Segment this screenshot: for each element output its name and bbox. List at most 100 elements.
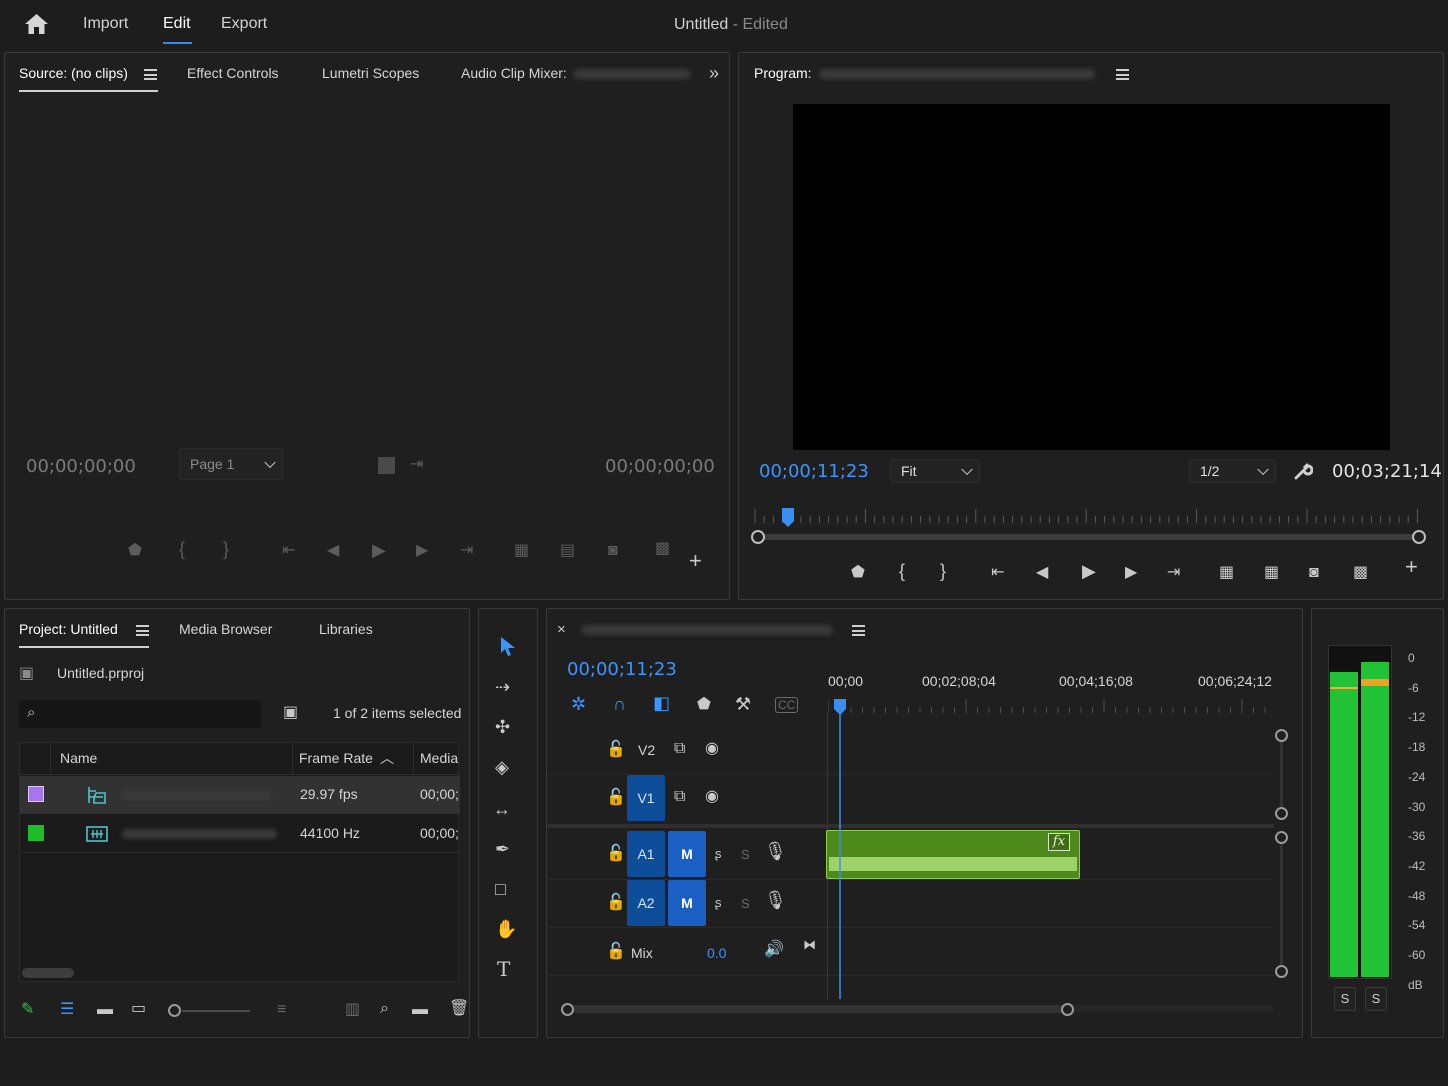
nest-icon[interactable]: ✲	[571, 695, 586, 713]
overwrite-icon[interactable]: ▤	[560, 543, 575, 559]
mark-in-icon[interactable]: {	[899, 562, 905, 580]
button-editor-icon[interactable]: ▩	[655, 541, 670, 557]
sync-lock-icon[interactable]: ʂ	[715, 895, 722, 911]
nav-edit[interactable]: Edit	[163, 15, 191, 33]
label-color-swatch[interactable]	[28, 825, 44, 841]
razor-tool-icon[interactable]: ◈	[495, 758, 509, 776]
effect-badge[interactable]: fx	[1048, 833, 1070, 851]
marker-icon[interactable]: ⬟	[128, 543, 142, 559]
pencil-icon[interactable]: ✎	[21, 1002, 34, 1018]
timeline-timecode[interactable]: 00;00;11;23	[567, 659, 677, 680]
captions-icon[interactable]: CC	[775, 697, 799, 713]
sort-icons-icon[interactable]: ≡	[277, 1002, 286, 1018]
program-time-ruler[interactable]	[751, 505, 1431, 547]
mark-out-icon[interactable]: }	[940, 562, 946, 580]
step-back-icon[interactable]: ◀	[327, 543, 339, 559]
solo-button-a2[interactable]: S	[741, 896, 750, 911]
microphone-icon[interactable]: 🎙	[764, 891, 787, 909]
tab-project[interactable]: Project: Untitled	[19, 621, 118, 637]
tab-effect-controls[interactable]: Effect Controls	[187, 65, 279, 81]
sync-lock-icon[interactable]: ⧉	[674, 741, 685, 757]
freeform-view-icon[interactable]: ▭	[131, 1001, 146, 1017]
selection-tool-icon[interactable]	[498, 635, 518, 657]
track-target-a2[interactable]: A2	[627, 880, 665, 926]
play-icon[interactable]: ▶	[1082, 562, 1096, 580]
marker-icon[interactable]: ⬟	[851, 565, 865, 581]
home-icon[interactable]	[24, 13, 49, 35]
source-page-select[interactable]: Page 1	[179, 448, 283, 480]
project-row-sequence[interactable]: 29.97 fps 00;00;	[20, 776, 460, 814]
zoom-slider[interactable]	[168, 1004, 250, 1017]
label-color-swatch[interactable]	[28, 786, 44, 802]
tab-media-browser[interactable]: Media Browser	[179, 621, 272, 637]
step-forward-icon[interactable]: ▶	[416, 543, 428, 559]
audio-scroll-bottom[interactable]	[1275, 965, 1288, 978]
project-menu-icon[interactable]	[136, 625, 149, 636]
lock-icon[interactable]: 🔓	[606, 742, 626, 758]
sync-lock-icon[interactable]: ʂ	[715, 846, 722, 862]
wrench-icon[interactable]	[1293, 461, 1313, 481]
zoom-handle-right[interactable]	[1061, 1003, 1074, 1016]
program-fit-select[interactable]: Fit	[890, 459, 980, 483]
mute-button-a2[interactable]: M	[668, 880, 706, 926]
sync-lock-icon[interactable]: ⧉	[674, 789, 685, 805]
speaker-icon[interactable]: 🔊	[764, 942, 784, 958]
close-icon[interactable]: ×	[557, 622, 566, 638]
track-target-a1[interactable]: A1	[627, 831, 665, 877]
lock-icon[interactable]: 🔓	[606, 944, 626, 960]
track-target-v1[interactable]: V1	[627, 775, 665, 821]
automate-to-sequence-icon[interactable]: ▥	[345, 1002, 360, 1018]
add-marker-icon[interactable]: ⬟	[697, 697, 711, 713]
mark-in-icon[interactable]: {	[179, 540, 185, 558]
zoom-handle-left[interactable]	[561, 1003, 574, 1016]
video-scroll-top[interactable]	[1275, 729, 1288, 742]
solo-button-a1[interactable]: S	[741, 847, 750, 862]
audio-clip-a1[interactable]: fx	[826, 830, 1080, 879]
go-to-out-icon[interactable]: ⇥	[1167, 565, 1180, 581]
nav-import[interactable]: Import	[83, 15, 128, 33]
pan-icon[interactable]: ⧓	[803, 937, 816, 953]
zoom-scrollbar-thumb[interactable]	[567, 1005, 1067, 1013]
audio-scroll-top[interactable]	[1275, 831, 1288, 844]
zoom-slider-handle[interactable]	[168, 1004, 181, 1017]
lock-icon[interactable]: 🔓	[606, 790, 626, 806]
track-select-tool-icon[interactable]: ⇢	[495, 678, 510, 696]
mix-volume-value[interactable]: 0.0	[707, 945, 726, 961]
go-to-out-icon[interactable]: ⇥	[460, 543, 473, 559]
insert-icon[interactable]: ▦	[514, 543, 529, 559]
lift-icon[interactable]: ▦	[1219, 565, 1234, 581]
snap-icon[interactable]: ∩	[613, 695, 626, 713]
extract-icon[interactable]: ▦	[1264, 565, 1279, 581]
source-menu-icon[interactable]	[144, 69, 157, 80]
add-button-icon[interactable]: +	[689, 550, 702, 572]
comparison-view-icon[interactable]: ▩	[1353, 565, 1368, 581]
solo-left-button[interactable]: S	[1334, 987, 1356, 1011]
timeline-menu-icon[interactable]	[852, 625, 865, 636]
new-bin-icon[interactable]: ▬	[412, 1002, 428, 1018]
safe-margins-icon[interactable]	[378, 457, 395, 474]
program-menu-icon[interactable]	[1116, 69, 1129, 80]
add-button-icon[interactable]: +	[1405, 556, 1418, 578]
timeline-playhead[interactable]	[833, 699, 847, 999]
eye-icon[interactable]: ◉	[705, 741, 719, 757]
pen-tool-icon[interactable]: ✒	[495, 840, 510, 858]
lock-icon[interactable]: 🔓	[606, 895, 626, 911]
horizontal-scrollbar[interactable]	[22, 968, 74, 978]
tab-lumetri-scopes[interactable]: Lumetri Scopes	[322, 65, 419, 81]
program-resolution-select[interactable]: 1/2	[1189, 459, 1276, 483]
program-timecode-current[interactable]: 00;00;11;23	[759, 461, 869, 482]
step-forward-icon[interactable]: ▶	[1125, 565, 1137, 581]
tab-libraries[interactable]: Libraries	[319, 621, 373, 637]
lock-icon[interactable]: 🔓	[606, 846, 626, 862]
slip-tool-icon[interactable]: ↔	[493, 800, 511, 818]
microphone-icon[interactable]: 🎙	[764, 842, 787, 860]
column-media[interactable]: Media	[420, 750, 458, 766]
type-tool-icon[interactable]: T	[497, 959, 510, 979]
step-back-icon[interactable]: ◀	[1036, 565, 1048, 581]
track-label-v2[interactable]: V2	[638, 742, 655, 758]
solo-right-button[interactable]: S	[1365, 987, 1387, 1011]
export-frame-icon[interactable]: ◙	[1309, 565, 1319, 581]
go-to-in-icon[interactable]: ⇤	[991, 565, 1004, 581]
linked-selection-icon[interactable]: ◧	[653, 694, 670, 712]
video-scroll-bottom[interactable]	[1275, 807, 1288, 820]
